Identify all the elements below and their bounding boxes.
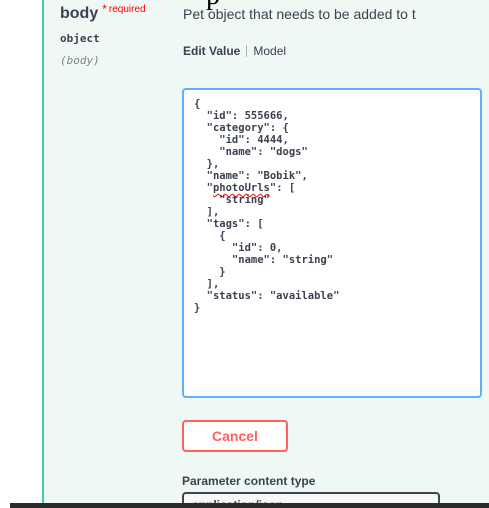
content-type-label: Parameter content type	[182, 474, 316, 488]
parameter-type: object	[60, 32, 100, 45]
tab-divider	[246, 45, 248, 57]
required-star: *	[102, 2, 107, 16]
cancel-button[interactable]: Cancel	[182, 420, 288, 452]
parameter-location: (body)	[60, 54, 100, 67]
editor-line: "id": 0,	[194, 242, 283, 254]
editor-line: "photoUrls": [	[194, 182, 296, 194]
parameter-name-text: body	[60, 5, 99, 22]
editor-line: "id": 4444,	[194, 134, 289, 146]
editor-line: "category": {	[194, 122, 289, 134]
tab-model[interactable]: Model	[253, 44, 286, 58]
editor-line: }	[194, 266, 226, 278]
editor-line: "string"	[194, 194, 270, 206]
swagger-parameter-page: p body*required object (body) Pet object…	[0, 0, 489, 508]
editor-line: ],	[194, 278, 220, 290]
editor-line: }	[194, 302, 201, 314]
bottom-dark-bar	[10, 503, 489, 508]
parameter-name: body * required	[60, 2, 146, 26]
editor-line: "id": 555666,	[194, 110, 289, 122]
body-json-editor[interactable]: { "id": 555666, "category": { "id": 4444…	[182, 88, 482, 398]
editor-line: ],	[194, 206, 220, 218]
editor-line: },	[194, 158, 220, 170]
editor-line: "name": "Bobik",	[194, 170, 308, 182]
parameter-description: Pet object that needs to be added to t	[183, 6, 416, 22]
editor-line: "name": "string"	[194, 254, 334, 266]
spellcheck-underline: photoUrls	[212, 182, 270, 194]
editor-line: {	[194, 98, 201, 110]
editor-line: "tags": [	[194, 218, 264, 230]
required-label: required	[108, 4, 146, 15]
editor-line: {	[194, 230, 226, 242]
editor-tab-bar: Edit Value Model	[183, 43, 286, 58]
tab-edit-value[interactable]: Edit Value	[183, 44, 240, 58]
editor-line: "status": "available"	[194, 290, 340, 302]
left-margin	[0, 0, 42, 508]
editor-line: "name": "dogs"	[194, 146, 308, 158]
